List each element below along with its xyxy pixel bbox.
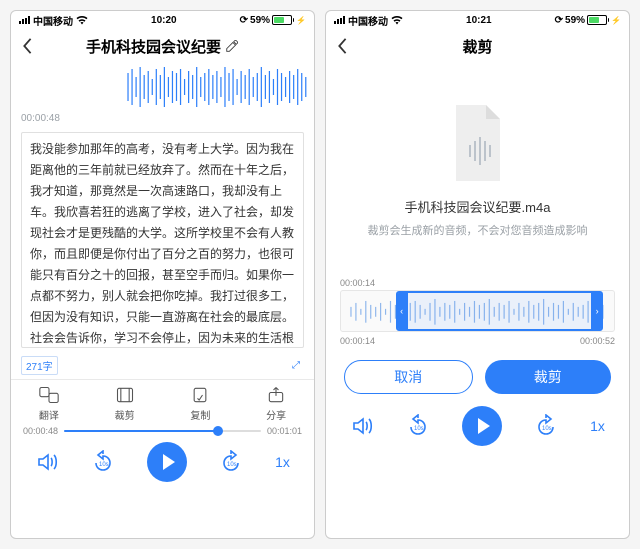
carrier-label: 中国移动 <box>348 13 388 28</box>
wifi-icon <box>76 15 88 25</box>
trim-handle-right[interactable]: › <box>591 293 603 329</box>
share-icon <box>266 386 286 404</box>
play-button[interactable] <box>147 442 187 482</box>
timeline-current: 00:00:48 <box>23 426 58 436</box>
share-label: 分享 <box>266 407 286 422</box>
back-button[interactable] <box>336 37 348 55</box>
copy-icon <box>190 386 210 404</box>
speed-button[interactable]: 1x <box>275 454 290 470</box>
trim-end-time: 00:00:52 <box>580 336 615 346</box>
translate-button[interactable]: 翻译 <box>39 386 59 422</box>
forward-10-button[interactable]: 10s <box>534 414 558 438</box>
transcript-screen: 中国移动 10:20 ⟳ 59% ⚡ 手机科技园会议纪要 00:00:48 我没… <box>10 10 315 539</box>
trim-handle-left[interactable]: ‹ <box>396 293 408 329</box>
trim-label: 裁剪 <box>115 407 135 422</box>
nav-bar: 裁剪 <box>326 29 629 63</box>
status-bar: 中国移动 10:20 ⟳ 59% ⚡ <box>11 11 314 29</box>
timeline-total: 00:01:01 <box>267 426 302 436</box>
charging-icon: ⚡ <box>611 16 621 25</box>
edit-icon[interactable] <box>225 39 239 53</box>
trim-selection[interactable]: ‹ › <box>396 291 604 331</box>
page-title: 手机科技园会议纪要 <box>86 36 221 57</box>
battery-percent: 59% <box>250 15 270 26</box>
svg-text:10s: 10s <box>542 426 552 432</box>
svg-text:10s: 10s <box>414 426 424 432</box>
play-icon <box>478 418 490 434</box>
forward-10-button[interactable]: 10s <box>219 450 243 474</box>
translate-icon <box>39 386 59 404</box>
selection-time: 00:00:14 <box>340 278 615 288</box>
wifi-icon <box>391 15 403 25</box>
waveform-time: 00:00:48 <box>11 111 314 126</box>
status-time: 10:21 <box>403 15 555 26</box>
battery-percent: 59% <box>565 15 585 26</box>
action-bar: 翻译 裁剪 复制 分享 <box>11 379 314 426</box>
trim-start-time: 00:00:14 <box>340 336 375 346</box>
timeline-knob[interactable] <box>213 426 223 436</box>
word-count-badge: 271字 <box>21 356 58 375</box>
cancel-button[interactable]: 取消 <box>344 360 473 394</box>
speed-button[interactable]: 1x <box>590 418 605 434</box>
play-icon <box>163 454 175 470</box>
battery-icon <box>272 15 294 25</box>
rewind-10-button[interactable]: 10s <box>91 450 115 474</box>
trim-track[interactable]: ‹ › <box>340 290 615 332</box>
filename-label: 手机科技园会议纪要.m4a <box>405 197 551 216</box>
translate-label: 翻译 <box>39 407 59 422</box>
svg-text:10s: 10s <box>99 462 109 468</box>
status-time: 10:20 <box>88 15 240 26</box>
volume-button[interactable] <box>350 414 374 438</box>
share-button[interactable]: 分享 <box>266 386 286 422</box>
carrier-label: 中国移动 <box>33 13 73 28</box>
volume-button[interactable] <box>35 450 59 474</box>
player-controls: 10s 10s 1x <box>11 436 314 490</box>
back-button[interactable] <box>21 37 33 55</box>
player-controls: 10s 10s 1x <box>326 400 629 454</box>
battery-icon <box>587 15 609 25</box>
copy-label: 复制 <box>190 407 210 422</box>
status-bar: 中国移动 10:21 ⟳ 59% ⚡ <box>326 11 629 29</box>
signal-icon <box>334 16 345 24</box>
signal-icon <box>19 16 30 24</box>
transcript-text[interactable]: 我没能参加那年的高考，没有考上大学。因为我在距离他的三年前就已经放弃了。然而在十… <box>21 132 304 348</box>
play-button[interactable] <box>462 406 502 446</box>
rotation-lock-icon: ⟳ <box>555 15 563 26</box>
copy-button[interactable]: 复制 <box>190 386 210 422</box>
rewind-10-button[interactable]: 10s <box>406 414 430 438</box>
waveform-icon <box>126 63 308 111</box>
file-icon <box>446 103 510 183</box>
page-title: 裁剪 <box>462 36 492 57</box>
trim-icon <box>115 386 135 404</box>
trim-button[interactable]: 裁剪 <box>115 386 135 422</box>
expand-button[interactable]: ⤢ <box>288 358 304 374</box>
rotation-lock-icon: ⟳ <box>240 15 248 26</box>
waveform-area[interactable] <box>11 63 314 111</box>
trim-screen: 中国移动 10:21 ⟳ 59% ⚡ 裁剪 手机科技园会议纪要.m4a 裁剪会生… <box>325 10 630 539</box>
svg-text:10s: 10s <box>227 462 237 468</box>
playback-timeline[interactable]: 00:00:48 00:01:01 <box>11 426 314 436</box>
confirm-trim-button[interactable]: 裁剪 <box>485 360 612 394</box>
charging-icon: ⚡ <box>296 16 306 25</box>
nav-bar: 手机科技园会议纪要 <box>11 29 314 63</box>
trim-hint: 裁剪会生成新的音频，不会对您音频造成影响 <box>368 222 588 238</box>
